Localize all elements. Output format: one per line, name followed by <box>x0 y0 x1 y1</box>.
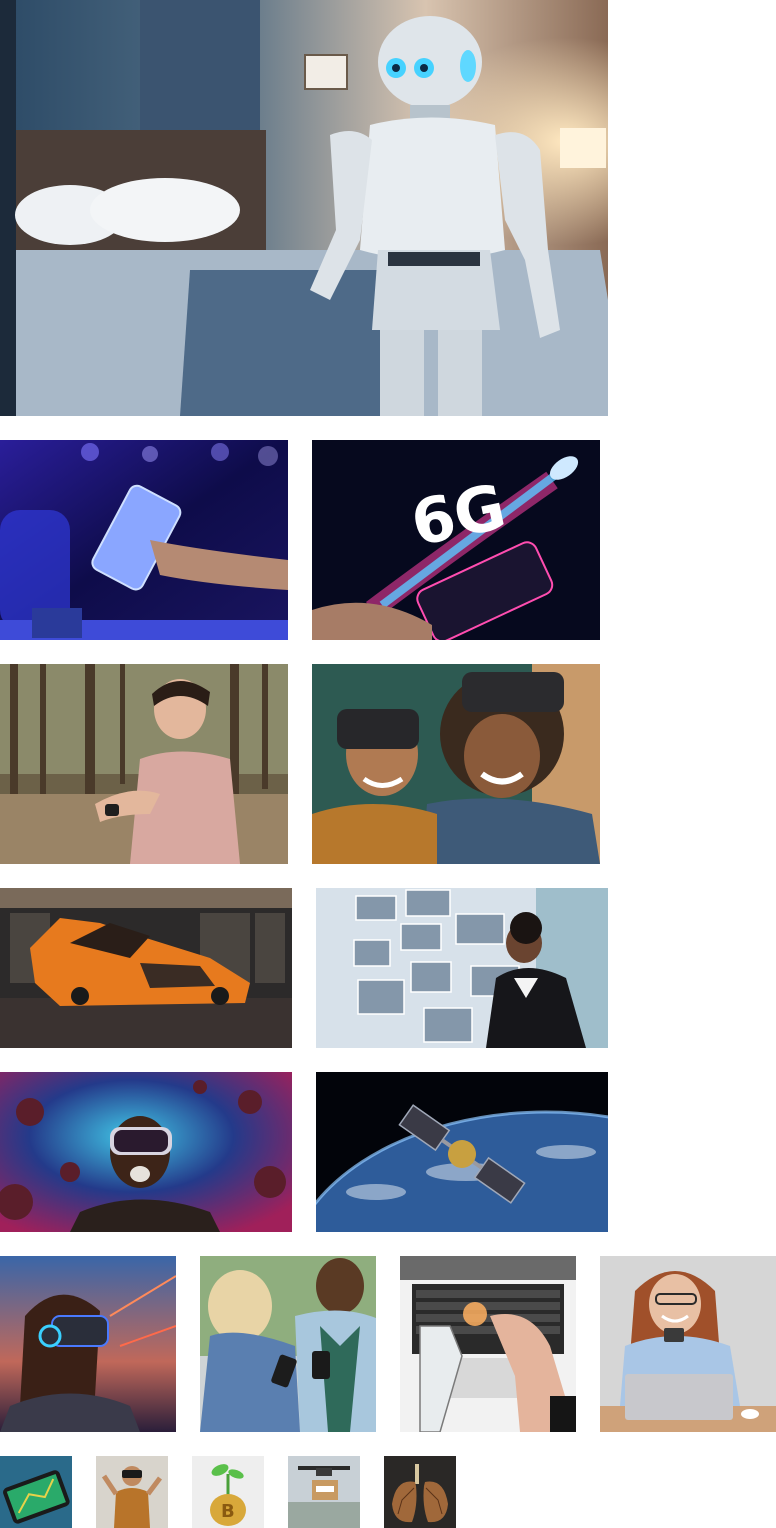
image-delivery-drone[interactable] <box>288 1456 360 1528</box>
image-people-using-phones[interactable] <box>200 1256 376 1432</box>
image-robot-human-laptop[interactable] <box>400 1256 576 1432</box>
image-satellite-earth[interactable] <box>316 1072 608 1232</box>
image-6g-rocket-phone[interactable]: 6G <box>312 440 600 640</box>
image-man-vr-raised-hands[interactable] <box>96 1456 168 1528</box>
svg-text:B: B <box>221 1501 235 1522</box>
image-phone-3d-map[interactable] <box>0 1456 72 1528</box>
image-woman-floating-screens[interactable] <box>316 888 608 1048</box>
image-woman-phone-desk[interactable] <box>600 1256 776 1432</box>
image-woman-smartwatch-forest[interactable] <box>0 664 288 864</box>
image-robot-hotel-room[interactable] <box>0 0 608 416</box>
image-kids-vr-headsets[interactable] <box>312 664 600 864</box>
image-illustrated-lungs[interactable] <box>384 1456 456 1528</box>
image-orange-hover-car[interactable] <box>0 888 292 1048</box>
image-hand-holding-smartphone[interactable] <box>0 440 288 640</box>
image-woman-vr-sunset[interactable] <box>0 1256 176 1432</box>
image-bitcoin-sprout[interactable]: B <box>192 1456 264 1528</box>
image-man-vr-space[interactable] <box>0 1072 292 1232</box>
